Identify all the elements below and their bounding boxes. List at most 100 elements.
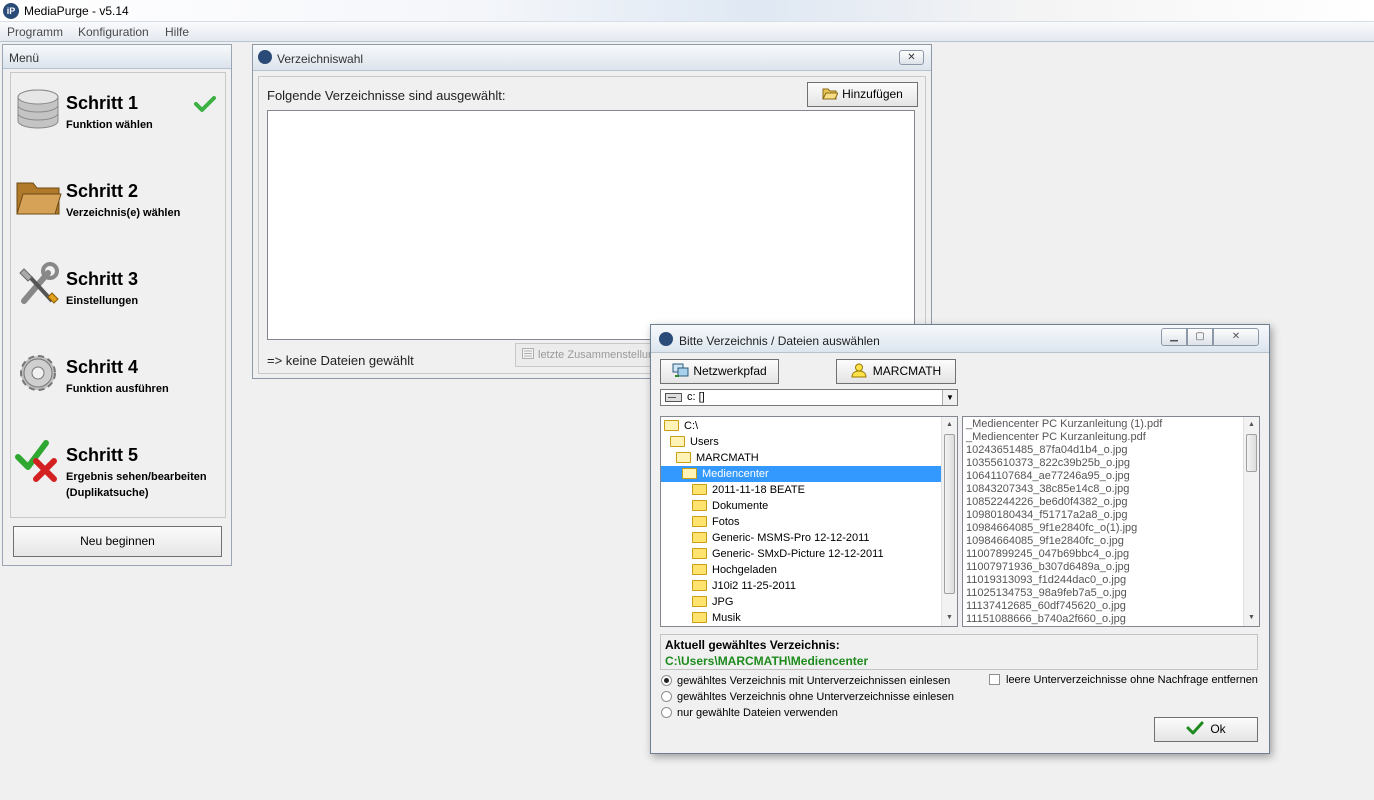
radio-without-subdirs[interactable]: gewähltes Verzeichnis ohne Unterverzeich… — [661, 690, 954, 704]
tree-item-label: C:\ — [684, 420, 699, 432]
restart-button[interactable]: Neu beginnen — [13, 526, 222, 557]
file-list-item[interactable]: 11007899245_047b69bbc4_o.jpg — [966, 548, 1129, 561]
radio-selected-files[interactable]: nur gewählte Dateien verwenden — [661, 706, 838, 720]
minimize-button[interactable]: ▁ — [1161, 328, 1187, 346]
tree-item[interactable]: C:\ — [661, 418, 698, 434]
tree-item[interactable]: Generic- MSMS-Pro 12-12-2011 — [661, 530, 870, 546]
selected-dirs-list[interactable] — [267, 110, 915, 340]
file-list-item[interactable]: 11137412685_60df745620_o.jpg — [966, 600, 1126, 613]
file-list-item[interactable]: 10984664085_9f1e2840fc_o.jpg — [966, 535, 1124, 548]
file-list-item[interactable]: 11019313093_f1d244dac0_o.jpg — [966, 574, 1126, 587]
network-path-button[interactable]: Netzwerkpfad — [660, 359, 779, 384]
step-4-title: Schritt 4 — [66, 357, 139, 377]
dialog-titlebar[interactable]: Bitte Verzeichnis / Dateien auswählen ▁ … — [651, 325, 1269, 353]
add-button-label: Hinzufügen — [842, 87, 903, 101]
scroll-down-icon[interactable]: ▼ — [942, 610, 957, 626]
step-3-subtitle: Einstellungen — [66, 295, 139, 307]
directory-tree[interactable]: C:\ Users MARCMATH Mediencenter 2011-11-18 B… — [660, 416, 958, 627]
ok-button-label: Ok — [1210, 722, 1226, 736]
verzeichniswahl-titlebar[interactable]: Verzeichniswahl ✕ — [253, 45, 931, 71]
menu-programm[interactable]: Programm — [7, 25, 63, 39]
radio-without-subdirs-label: gewähltes Verzeichnis ohne Unterverzeich… — [677, 691, 954, 703]
tree-scroll-thumb[interactable] — [944, 434, 955, 594]
step-2[interactable]: Schritt 2 Verzeichnis(e) wählen — [11, 161, 225, 249]
tree-item[interactable]: Mediencenter — [661, 466, 941, 482]
file-list-item[interactable]: 10984664085_9f1e2840fc_o(1).jpg — [966, 522, 1137, 535]
chevron-down-icon[interactable]: ▼ — [942, 390, 957, 405]
close-icon: ✕ — [1231, 331, 1241, 342]
files-scrollbar[interactable]: ▲ ▼ — [1243, 417, 1259, 626]
network-path-label: Netzwerkpfad — [693, 364, 767, 378]
step-5-subtitle-line1: Ergebnis sehen/bearbeiten — [66, 471, 207, 483]
steps-list: Schritt 1 Funktion wählen Schritt 2 Verz… — [10, 72, 226, 518]
tree-item[interactable]: MARCMATH — [661, 450, 759, 466]
menu-hilfe[interactable]: Hilfe — [165, 25, 189, 39]
step-4-subtitle: Funktion ausführen — [66, 383, 169, 395]
file-list-item[interactable]: 10355610373_822c39b25b_o.jpg — [966, 457, 1130, 470]
scroll-up-icon[interactable]: ▲ — [1244, 417, 1259, 433]
user-home-button[interactable]: MARCMATH — [836, 359, 956, 384]
step-5[interactable]: Schritt 5 Ergebnis sehen/bearbeiten (Dupl… — [11, 425, 225, 513]
checkbox[interactable] — [989, 674, 1000, 685]
file-list-item[interactable]: 11007971936_b307d6489a_o.jpg — [966, 561, 1130, 574]
app-logo-icon — [258, 50, 272, 64]
tree-item[interactable]: J10i2 11-25-2011 — [661, 578, 796, 594]
dialog-close-button[interactable]: ✕ — [1213, 328, 1259, 346]
tree-item-label: Generic- MSMS-Pro 12-12-2011 — [712, 532, 870, 544]
drive-select[interactable]: c: [] ▼ — [660, 389, 958, 406]
radio-button[interactable] — [661, 691, 672, 702]
file-list-item[interactable]: 10641107684_ae77246a95_o.jpg — [966, 470, 1130, 483]
radio-button[interactable] — [661, 707, 672, 718]
radio-button[interactable] — [661, 675, 672, 686]
file-list-item[interactable]: 11025134753_98a9feb7a5_o.jpg — [966, 587, 1127, 600]
files-scroll-thumb[interactable] — [1246, 434, 1257, 472]
file-list-item[interactable]: _Mediencenter PC Kurzanleitung.pdf — [966, 431, 1146, 444]
menu-panel-header: Menü — [3, 45, 231, 69]
database-icon — [17, 89, 59, 129]
scroll-up-icon[interactable]: ▲ — [942, 417, 957, 433]
folder-icon — [692, 612, 707, 623]
tree-item-label: Users — [690, 436, 719, 448]
file-list-item[interactable]: 10843207343_38c85e14c8_o.jpg — [966, 483, 1129, 496]
tree-scrollbar[interactable]: ▲ ▼ — [941, 417, 957, 626]
file-list-item[interactable]: 10852244226_be6d0f4382_o.jpg — [966, 496, 1128, 509]
tree-item[interactable]: Dokumente — [661, 498, 768, 514]
folder-icon — [692, 548, 707, 559]
step-1[interactable]: Schritt 1 Funktion wählen — [11, 73, 225, 161]
last-compilation-button[interactable]: letzte Zusammenstellung — [515, 343, 665, 367]
window-title: MediaPurge - v5.14 — [24, 4, 129, 18]
file-list-item[interactable]: 10980180434_f51717a2a8_o.jpg — [966, 509, 1128, 522]
file-list-item[interactable]: _Mediencenter PC Kurzanleitung (1).pdf — [966, 418, 1162, 431]
drive-icon — [665, 393, 682, 402]
radio-with-subdirs[interactable]: gewähltes Verzeichnis mit Unterverzeichn… — [661, 674, 950, 688]
current-directory-box: Aktuell gewähltes Verzeichnis: C:\Users\… — [660, 634, 1258, 670]
step-4[interactable]: Schritt 4 Funktion ausführen — [11, 337, 225, 425]
tree-item[interactable]: Musik — [661, 610, 741, 626]
verzeichniswahl-title: Verzeichniswahl — [277, 52, 364, 66]
ok-button[interactable]: Ok — [1154, 717, 1258, 742]
tree-item[interactable]: Users — [661, 434, 719, 450]
step-3[interactable]: Schritt 3 Einstellungen — [11, 249, 225, 337]
step-1-subtitle: Funktion wählen — [66, 119, 153, 131]
maximize-icon: ▢ — [1195, 331, 1205, 342]
check-cross-icon — [15, 440, 57, 482]
scroll-down-icon[interactable]: ▼ — [1244, 610, 1259, 626]
remove-empty-subdirs-label: leere Unterverzeichnisse ohne Nachfrage … — [1006, 674, 1258, 686]
tree-item[interactable]: Generic- SMxD-Picture 12-12-2011 — [661, 546, 884, 562]
maximize-button[interactable]: ▢ — [1187, 328, 1213, 346]
file-list-item[interactable]: 10243651485_87fa04d1b4_o.jpg — [966, 444, 1128, 457]
tools-icon — [19, 262, 59, 304]
window-titlebar[interactable]: iP MediaPurge - v5.14 — [0, 0, 1374, 22]
remove-empty-subdirs-checkbox[interactable]: leere Unterverzeichnisse ohne Nachfrage … — [989, 673, 1258, 687]
tree-item[interactable]: Hochgeladen — [661, 562, 777, 578]
checkmark-icon — [194, 96, 216, 112]
tree-item[interactable]: Fotos — [661, 514, 740, 530]
step-2-subtitle: Verzeichnis(e) wählen — [66, 207, 181, 219]
menu-konfiguration[interactable]: Konfiguration — [78, 25, 149, 39]
add-button[interactable]: Hinzufügen — [807, 82, 918, 107]
tree-item[interactable]: 2011-11-18 BEATE — [661, 482, 805, 498]
close-button[interactable]: ✕ — [899, 50, 924, 65]
tree-item[interactable]: JPG — [661, 594, 733, 610]
file-list[interactable]: _Mediencenter PC Kurzanleitung (1).pdf _M… — [962, 416, 1260, 627]
file-list-item[interactable]: 11151088666_b740a2f660_o.jpg — [966, 613, 1126, 626]
